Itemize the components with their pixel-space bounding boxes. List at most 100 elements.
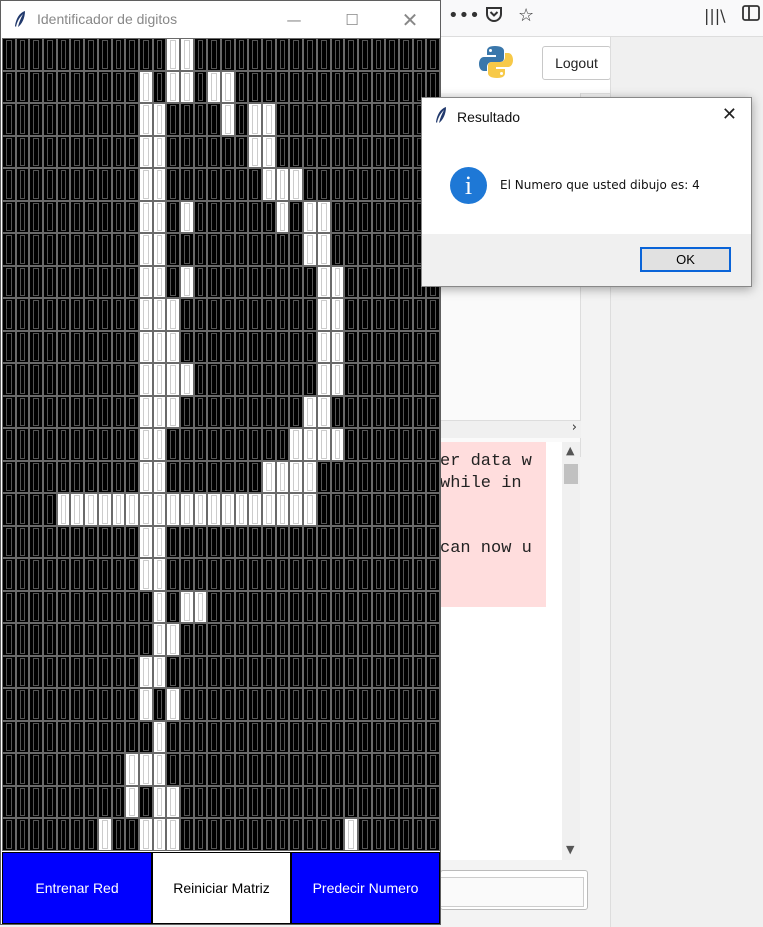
grid-cell[interactable] xyxy=(97,460,112,494)
grid-cell[interactable] xyxy=(97,135,112,169)
grid-cell[interactable] xyxy=(43,103,57,136)
grid-cell[interactable] xyxy=(166,168,180,201)
grid-cell[interactable] xyxy=(289,753,304,786)
grid-cell[interactable] xyxy=(166,363,180,396)
grid-cell[interactable] xyxy=(207,298,221,331)
grid-cell[interactable] xyxy=(179,590,194,624)
grid-cell[interactable] xyxy=(193,38,208,71)
grid-cell[interactable] xyxy=(398,428,413,461)
grid-cell[interactable] xyxy=(152,38,167,71)
grid-cell[interactable] xyxy=(316,233,331,266)
grid-cell[interactable] xyxy=(221,265,235,299)
grid-cell[interactable] xyxy=(193,720,208,754)
grid-cell[interactable] xyxy=(138,493,153,526)
grid-cell[interactable] xyxy=(275,525,290,559)
grid-cell[interactable] xyxy=(357,38,372,71)
grid-cell[interactable] xyxy=(15,590,30,624)
grid-cell[interactable] xyxy=(15,623,30,656)
grid-cell[interactable] xyxy=(412,753,427,786)
grid-cell[interactable] xyxy=(166,623,180,656)
grid-cell[interactable] xyxy=(371,265,386,299)
grid-cell[interactable] xyxy=(303,363,317,396)
grid-cell[interactable] xyxy=(357,298,372,331)
maximize-button[interactable]: ☐ xyxy=(329,1,375,38)
grid-cell[interactable] xyxy=(207,525,221,559)
grid-cell[interactable] xyxy=(357,460,372,494)
grid-cell[interactable] xyxy=(15,38,30,71)
grid-cell[interactable] xyxy=(152,363,167,396)
grid-cell[interactable] xyxy=(426,493,440,526)
grid-cell[interactable] xyxy=(234,655,249,689)
grid-cell[interactable] xyxy=(193,590,208,624)
grid-cell[interactable] xyxy=(371,200,386,234)
grid-cell[interactable] xyxy=(426,655,440,689)
grid-cell[interactable] xyxy=(15,298,30,331)
grid-cell[interactable] xyxy=(385,525,399,559)
grid-cell[interactable] xyxy=(97,655,112,689)
grid-cell[interactable] xyxy=(275,168,290,201)
grid-cell[interactable] xyxy=(316,265,331,299)
grid-cell[interactable] xyxy=(398,168,413,201)
grid-cell[interactable] xyxy=(152,655,167,689)
grid-cell[interactable] xyxy=(138,818,153,851)
grid-cell[interactable] xyxy=(56,818,71,851)
grid-cell[interactable] xyxy=(43,688,57,721)
grid-cell[interactable] xyxy=(29,363,44,396)
grid-cell[interactable] xyxy=(289,135,304,169)
grid-cell[interactable] xyxy=(262,785,276,819)
grid-cell[interactable] xyxy=(289,103,304,136)
grid-cell[interactable] xyxy=(303,395,317,429)
grid-cell[interactable] xyxy=(234,460,249,494)
grid-cell[interactable] xyxy=(275,720,290,754)
grid-cell[interactable] xyxy=(303,265,317,299)
grid-cell[interactable] xyxy=(275,688,290,721)
grid-cell[interactable] xyxy=(166,70,180,104)
grid-cell[interactable] xyxy=(207,135,221,169)
grid-cell[interactable] xyxy=(84,135,98,169)
grid-cell[interactable] xyxy=(166,655,180,689)
grid-cell[interactable] xyxy=(152,428,167,461)
grid-cell[interactable] xyxy=(371,38,386,71)
grid-cell[interactable] xyxy=(275,298,290,331)
grid-cell[interactable] xyxy=(193,103,208,136)
grid-cell[interactable] xyxy=(84,460,98,494)
grid-cell[interactable] xyxy=(385,720,399,754)
grid-cell[interactable] xyxy=(221,493,235,526)
grid-cell[interactable] xyxy=(56,785,71,819)
grid-cell[interactable] xyxy=(357,688,372,721)
grid-cell[interactable] xyxy=(43,168,57,201)
grid-cell[interactable] xyxy=(385,233,399,266)
grid-cell[interactable] xyxy=(56,168,71,201)
grid-cell[interactable] xyxy=(262,558,276,591)
grid-cell[interactable] xyxy=(29,168,44,201)
grid-cell[interactable] xyxy=(221,395,235,429)
grid-cell[interactable] xyxy=(138,330,153,364)
grid-cell[interactable] xyxy=(289,363,304,396)
grid-cell[interactable] xyxy=(138,460,153,494)
grid-cell[interactable] xyxy=(179,298,194,331)
grid-cell[interactable] xyxy=(426,785,440,819)
grid-cell[interactable] xyxy=(111,785,126,819)
grid-cell[interactable] xyxy=(412,655,427,689)
grid-cell[interactable] xyxy=(248,200,263,234)
grid-cell[interactable] xyxy=(138,558,153,591)
grid-cell[interactable] xyxy=(289,558,304,591)
grid-cell[interactable] xyxy=(412,590,427,624)
grid-cell[interactable] xyxy=(152,753,167,786)
grid-cell[interactable] xyxy=(234,428,249,461)
grid-cell[interactable] xyxy=(56,38,71,71)
grid-cell[interactable] xyxy=(84,558,98,591)
grid-cell[interactable] xyxy=(43,590,57,624)
grid-cell[interactable] xyxy=(357,623,372,656)
grid-cell[interactable] xyxy=(138,200,153,234)
grid-cell[interactable] xyxy=(111,525,126,559)
grid-cell[interactable] xyxy=(344,525,358,559)
grid-cell[interactable] xyxy=(275,330,290,364)
grid-cell[interactable] xyxy=(344,623,358,656)
grid-cell[interactable] xyxy=(275,655,290,689)
grid-cell[interactable] xyxy=(166,688,180,721)
grid-cell[interactable] xyxy=(330,655,345,689)
grid-cell[interactable] xyxy=(221,818,235,851)
grid-cell[interactable] xyxy=(193,493,208,526)
grid-cell[interactable] xyxy=(84,38,98,71)
